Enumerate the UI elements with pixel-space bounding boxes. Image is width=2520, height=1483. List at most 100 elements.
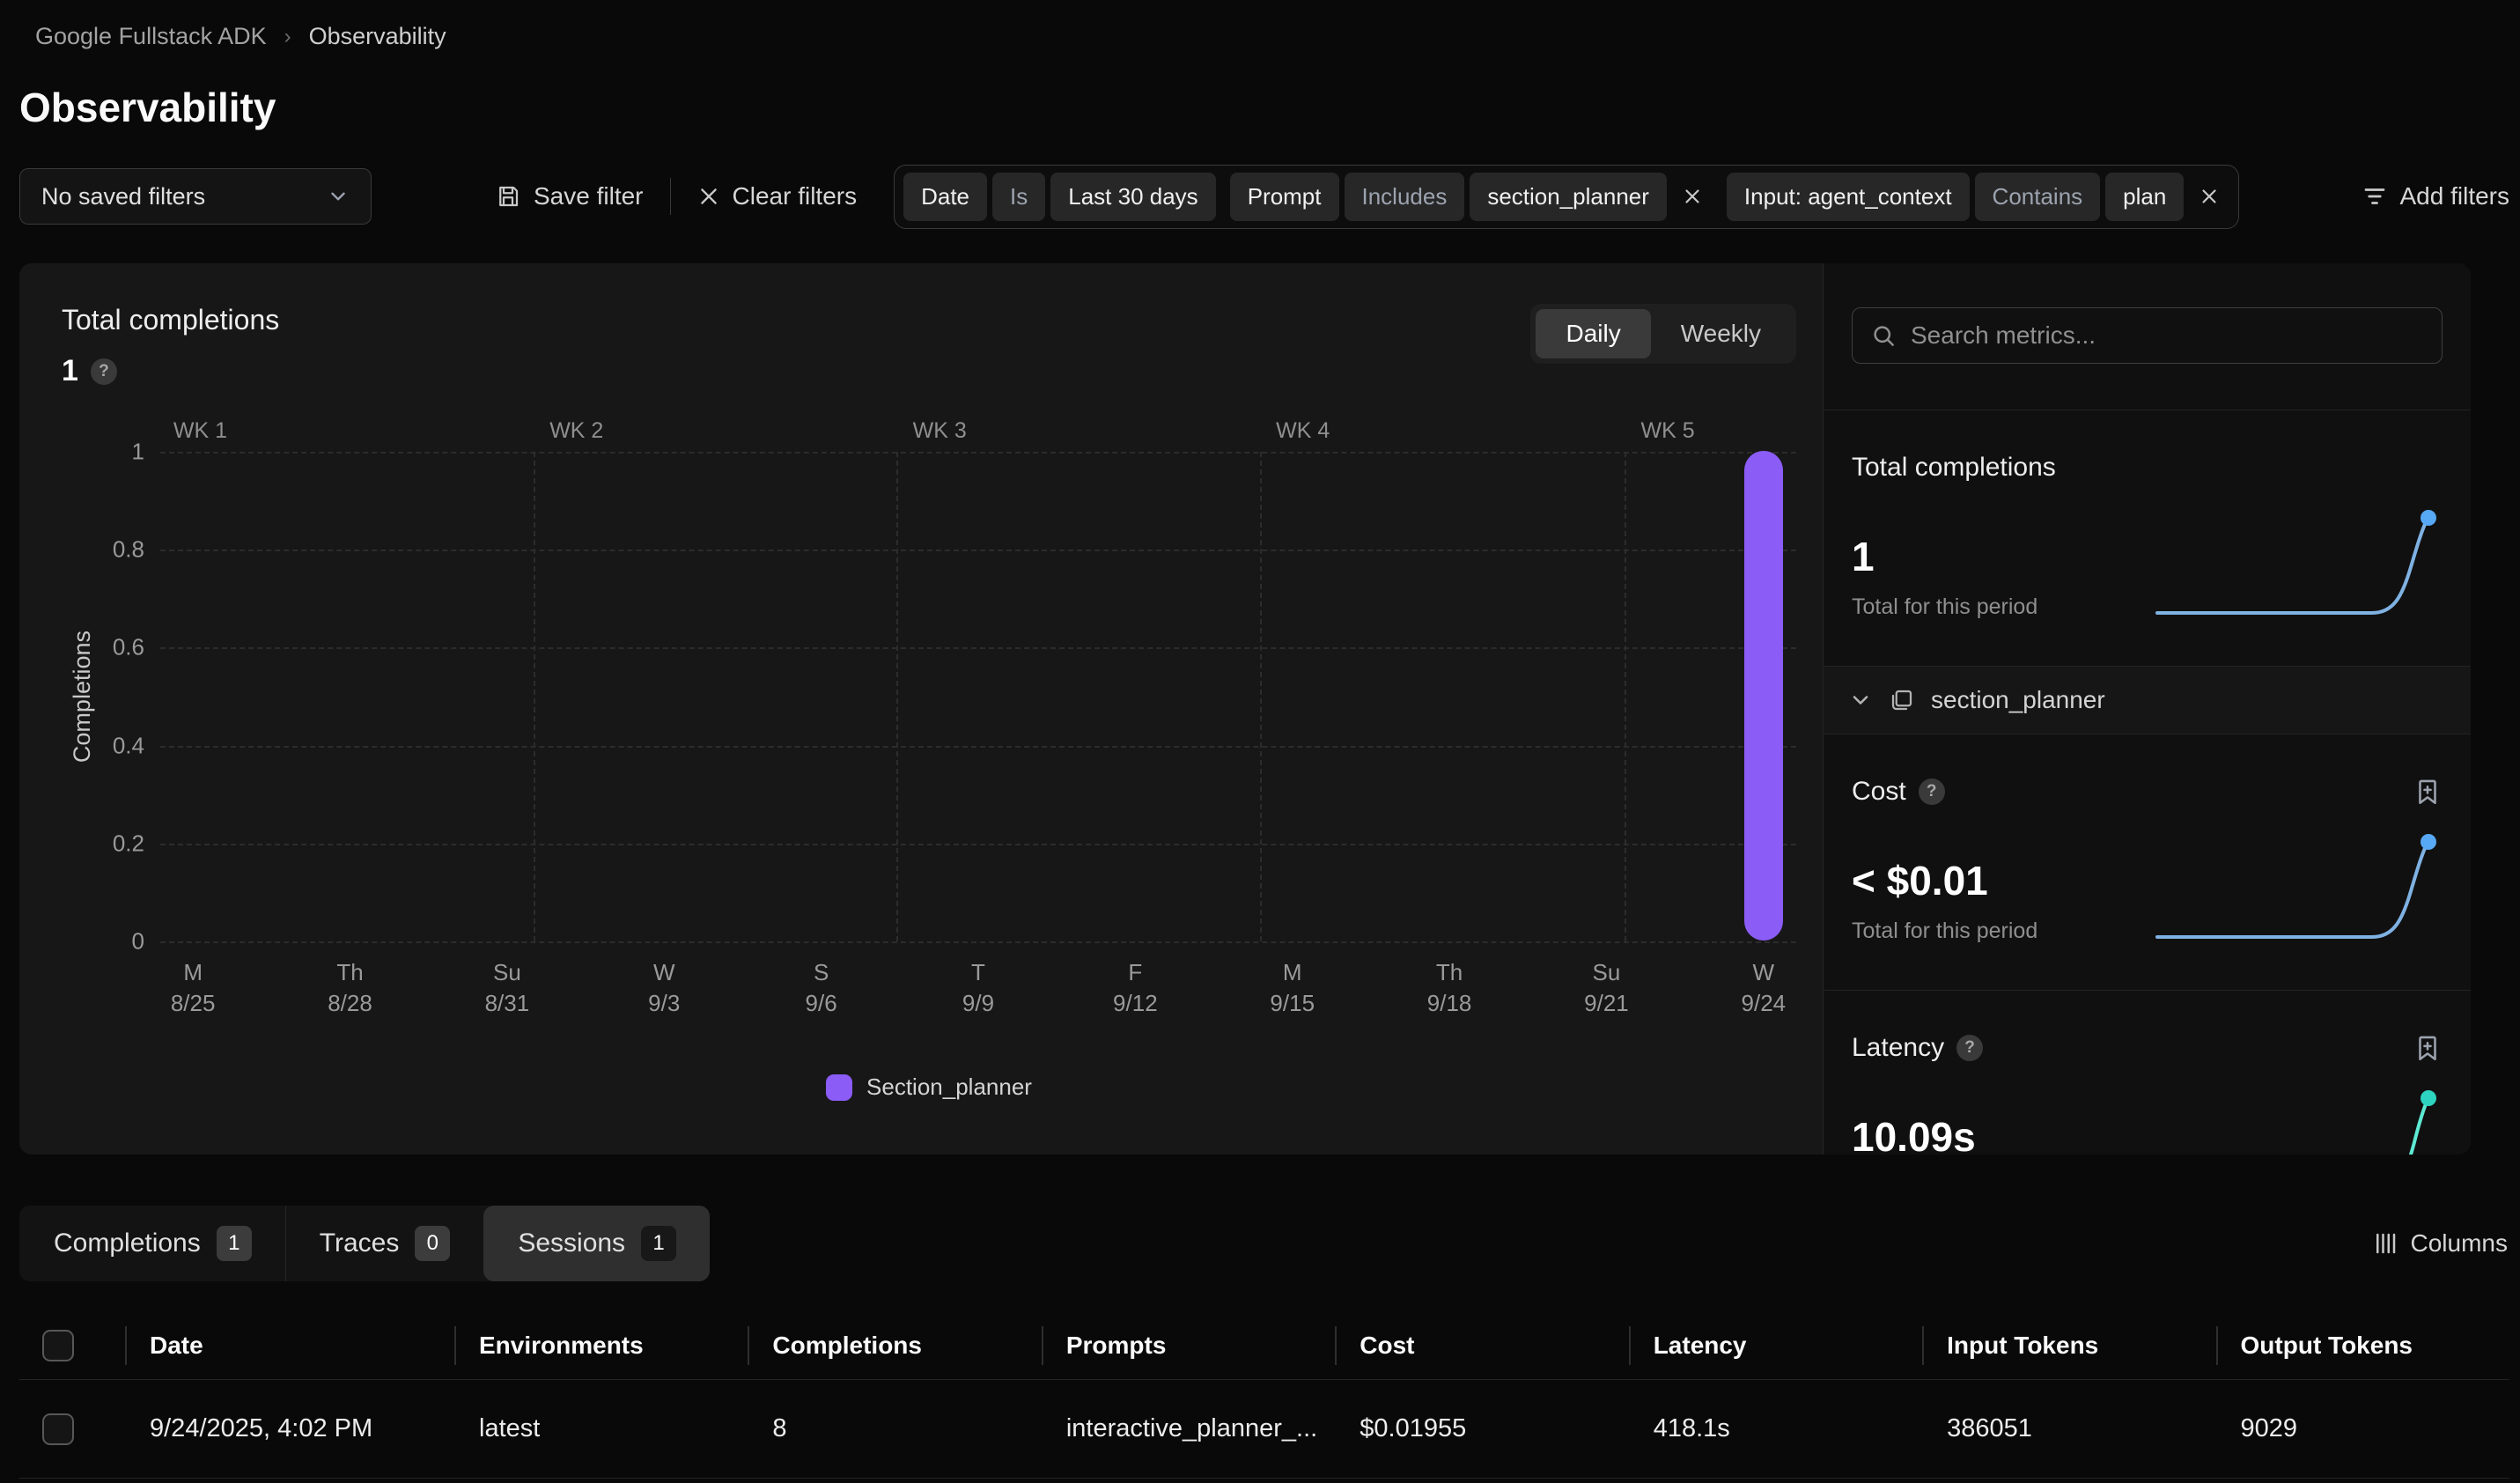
y-tick-label: 0.6 <box>113 634 144 661</box>
filter-chip: Input: agent_contextContainsplan <box>1727 173 2229 221</box>
save-filter-button[interactable]: Save filter <box>495 182 644 210</box>
tab-completions[interactable]: Completions1 <box>19 1206 285 1281</box>
chip-field[interactable]: Input: agent_context <box>1727 173 1970 221</box>
filter-bar: No saved filters Save filter Clear filte… <box>19 166 2509 226</box>
search-metrics-input[interactable] <box>1911 321 2424 350</box>
bookmark-metric-button[interactable] <box>2413 1033 2443 1063</box>
chip-field[interactable]: Prompt <box>1230 173 1339 221</box>
column-header-prompts: Prompts <box>1042 1311 1335 1379</box>
x-axis-label: Th9/18 <box>1427 957 1472 1019</box>
x-axis-label: W9/24 <box>1742 957 1787 1019</box>
chip-operator[interactable]: Contains <box>1975 173 2101 221</box>
bookmark-metric-button[interactable] <box>2413 777 2443 807</box>
column-header-cost: Cost <box>1335 1311 1628 1379</box>
sparkline-chart <box>2152 1086 2443 1155</box>
select-all-checkbox[interactable] <box>42 1330 74 1361</box>
table-row[interactable]: 9/24/2025, 4:02 PMlatest8interactive_pla… <box>19 1380 2509 1479</box>
metric-value: 10.09s <box>1852 1113 2029 1155</box>
x-axis-label: Su8/31 <box>485 957 530 1019</box>
metric-subtitle: Total for this period <box>1852 594 2037 620</box>
chevron-down-icon <box>1848 688 1873 712</box>
chip-value[interactable]: section_planner <box>1470 173 1667 221</box>
chip-remove-button[interactable] <box>1672 178 1713 215</box>
week-gridline <box>1260 452 1262 941</box>
column-header-input-tokens: Input Tokens <box>1922 1311 2215 1379</box>
chart-gridline <box>160 746 1796 748</box>
cell-output-tokens: 9029 <box>2216 1380 2509 1478</box>
tabs-group: Completions1 Traces 0 Sessions1 <box>19 1206 710 1281</box>
tab-label: Completions <box>54 1228 201 1258</box>
chart-gridline <box>160 452 1796 454</box>
x-axis-label: M9/15 <box>1270 957 1315 1019</box>
filter-chip: DateIsLast 30 days <box>903 173 1216 221</box>
y-axis-title: Completions <box>62 452 102 941</box>
columns-button[interactable]: Columns <box>2372 1229 2508 1258</box>
cell-latency: 418.1s <box>1629 1380 1922 1478</box>
search-metrics-box[interactable] <box>1852 307 2443 364</box>
cell-cost: $0.01955 <box>1335 1380 1628 1478</box>
help-icon[interactable]: ? <box>1919 778 1945 805</box>
tab-count-badge: 0 <box>415 1226 450 1261</box>
filter-icon <box>2362 183 2388 210</box>
add-filters-button[interactable]: Add filters <box>2362 182 2510 210</box>
chip-operator[interactable]: Includes <box>1345 173 1465 221</box>
cell-environments: latest <box>454 1380 748 1478</box>
chip-operator[interactable]: Is <box>992 173 1045 221</box>
y-tick-label: 0 <box>132 928 144 955</box>
observability-panel: Total completions 1 ? DailyWeekly Comple… <box>19 263 2471 1155</box>
add-filters-label: Add filters <box>2400 182 2510 210</box>
chart-title: Total completions <box>62 304 279 336</box>
tab-traces[interactable]: Traces 0 <box>285 1206 484 1281</box>
x-axis-label: S9/6 <box>806 957 837 1019</box>
cell-input-tokens: 386051 <box>1922 1380 2215 1478</box>
sparkline-chart <box>2152 830 2443 944</box>
week-gridline <box>896 452 898 941</box>
chart-section: Total completions 1 ? DailyWeekly Comple… <box>19 263 1823 1155</box>
chart-plot: 10.80.60.40.20WK 1WK 2WK 3WK 4WK 5M8/25T… <box>160 452 1796 941</box>
metric-card-latency: Latency ? 10.09s Avg for this period <box>1824 990 2471 1155</box>
toggle-option-weekly[interactable]: Weekly <box>1651 309 1791 358</box>
metric-subtitle: Total for this period <box>1852 919 2037 944</box>
cell-completions: 8 <box>748 1380 1041 1478</box>
chart-gridline <box>160 941 1796 943</box>
row-checkbox[interactable] <box>42 1413 74 1445</box>
daily-weekly-toggle: DailyWeekly <box>1530 304 1796 364</box>
tab-label: Sessions <box>518 1228 625 1258</box>
chart-legend: Section_planner <box>62 1074 1796 1101</box>
help-icon[interactable]: ? <box>1956 1035 1983 1061</box>
week-gridline <box>1625 452 1626 941</box>
filter-chip: PromptIncludessection_planner <box>1230 173 1713 221</box>
chip-value[interactable]: Last 30 days <box>1050 173 1215 221</box>
prompt-versions-icon <box>1889 687 1915 713</box>
breadcrumb-project[interactable]: Google Fullstack ADK <box>35 23 267 50</box>
chip-remove-button[interactable] <box>2189 178 2229 215</box>
clear-filters-button[interactable]: Clear filters <box>697 182 858 210</box>
help-icon[interactable]: ? <box>91 358 117 385</box>
chart-gridline <box>160 647 1796 649</box>
search-icon <box>1870 322 1897 349</box>
clear-x-icon <box>697 185 720 208</box>
toggle-option-daily[interactable]: Daily <box>1536 309 1650 358</box>
saved-filters-select[interactable]: No saved filters <box>19 168 372 225</box>
tab-sessions[interactable]: Sessions1 <box>483 1206 710 1281</box>
breadcrumb-current[interactable]: Observability <box>309 23 446 50</box>
x-axis-label: T9/9 <box>962 957 994 1019</box>
chart-bar[interactable] <box>1744 451 1783 941</box>
legend-swatch <box>826 1074 852 1101</box>
remove-chip-x-icon <box>1681 185 1704 208</box>
filter-actions-divider <box>670 178 671 215</box>
chip-value[interactable]: plan <box>2105 173 2184 221</box>
week-label: WK 5 <box>1640 418 1694 444</box>
chevron-down-icon <box>327 185 350 208</box>
metric-value: 1 <box>1852 533 2037 580</box>
tab-label: Traces <box>320 1228 400 1258</box>
week-label: WK 1 <box>173 418 227 444</box>
metric-value: < $0.01 <box>1852 857 2037 904</box>
chip-field[interactable]: Date <box>903 173 987 221</box>
cell-prompts: interactive_planner_... <box>1042 1380 1335 1478</box>
prompt-group-row[interactable]: section_planner <box>1824 666 2471 734</box>
y-tick-label: 0.2 <box>113 830 144 857</box>
observability-page: Google Fullstack ADK › Observability Obs… <box>0 0 2520 1483</box>
save-icon <box>495 183 521 210</box>
column-header-date: Date <box>125 1311 454 1379</box>
